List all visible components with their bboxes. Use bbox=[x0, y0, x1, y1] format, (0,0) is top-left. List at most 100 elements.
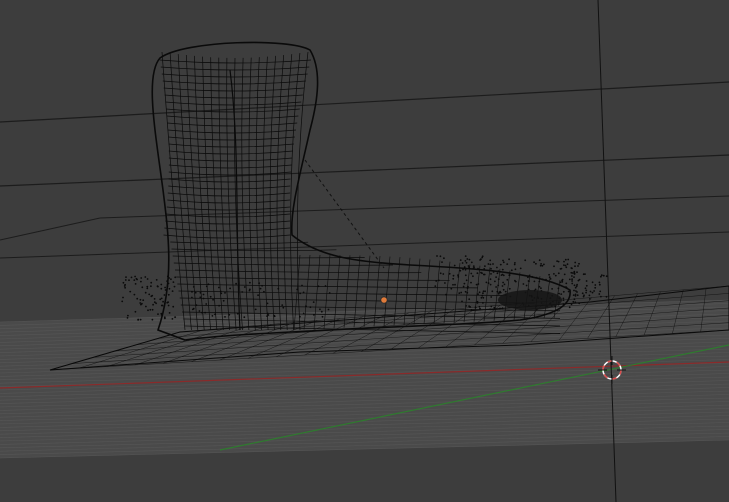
cloud-point bbox=[443, 257, 445, 260]
cloud-point bbox=[459, 259, 462, 261]
cloud-point bbox=[163, 294, 166, 296]
cloud-point bbox=[281, 304, 284, 306]
cloud-point bbox=[558, 292, 560, 295]
cloud-point bbox=[459, 269, 462, 272]
cloud-point bbox=[504, 290, 507, 293]
cloud-point bbox=[573, 284, 576, 287]
cloud-point bbox=[134, 310, 137, 313]
cloud-point bbox=[194, 291, 197, 294]
cloud-point bbox=[146, 287, 149, 290]
cloud-point bbox=[439, 255, 442, 258]
cloud-point bbox=[482, 296, 485, 299]
cloud-point bbox=[557, 272, 560, 275]
cloud-point bbox=[229, 287, 232, 290]
cloud-point bbox=[475, 283, 478, 286]
cloud-point bbox=[502, 288, 505, 291]
cloud-point bbox=[506, 263, 509, 265]
cloud-point bbox=[543, 263, 545, 266]
cloud-point bbox=[563, 273, 566, 276]
cloud-point bbox=[212, 298, 215, 301]
viewport-canvas[interactable] bbox=[0, 0, 729, 502]
cloud-point bbox=[140, 280, 142, 283]
cloud-point bbox=[173, 285, 176, 288]
cloud-point bbox=[540, 287, 542, 290]
cloud-point bbox=[124, 283, 126, 286]
cloud-point bbox=[211, 315, 214, 317]
cloud-point bbox=[125, 276, 127, 278]
cloud-point bbox=[254, 308, 257, 311]
cloud-point bbox=[439, 272, 442, 275]
cloud-point bbox=[224, 292, 226, 294]
cloud-point bbox=[576, 283, 578, 286]
cloud-point bbox=[484, 290, 486, 293]
cloud-point bbox=[136, 297, 139, 300]
cloud-point bbox=[568, 306, 571, 309]
cloud-point bbox=[465, 261, 468, 264]
cloud-point bbox=[441, 261, 443, 263]
cloud-point bbox=[541, 264, 544, 267]
cloud-point bbox=[139, 298, 142, 301]
cloud-point bbox=[567, 258, 570, 261]
cloud-point bbox=[467, 265, 470, 267]
cloud-point bbox=[572, 294, 575, 296]
cloud-point bbox=[141, 286, 144, 289]
cloud-point bbox=[496, 272, 499, 275]
cloud-point bbox=[150, 285, 152, 288]
cloud-point bbox=[472, 275, 474, 278]
cloud-point bbox=[562, 297, 565, 300]
cloud-point bbox=[134, 283, 137, 285]
cloud-point bbox=[157, 285, 159, 288]
cloud-point bbox=[501, 268, 504, 271]
cloud-point bbox=[564, 264, 567, 267]
cloud-point bbox=[571, 280, 573, 282]
cloud-point bbox=[168, 312, 171, 314]
cloud-point bbox=[564, 258, 567, 261]
cloud-point bbox=[599, 290, 602, 293]
cloud-point bbox=[140, 277, 143, 279]
cloud-point bbox=[477, 293, 479, 296]
cloud-point bbox=[508, 258, 510, 261]
cloud-point bbox=[565, 282, 568, 285]
cloud-point bbox=[482, 292, 484, 295]
cloud-point bbox=[506, 278, 509, 281]
cloud-point bbox=[145, 305, 147, 308]
cloud-point bbox=[513, 263, 516, 266]
cloud-point bbox=[594, 286, 597, 289]
cloud-point bbox=[473, 266, 475, 269]
cloud-point bbox=[150, 295, 153, 298]
cloud-point bbox=[514, 280, 517, 283]
cloud-point bbox=[249, 281, 251, 284]
cloud-point bbox=[161, 304, 164, 307]
cloud-point bbox=[127, 314, 129, 317]
cloud-point bbox=[554, 274, 557, 277]
cloud-point bbox=[571, 272, 574, 274]
cloud-point bbox=[199, 296, 202, 299]
object-origin-icon[interactable] bbox=[380, 296, 388, 304]
cloud-point bbox=[559, 268, 562, 270]
cloud-point bbox=[573, 276, 575, 278]
cloud-point bbox=[598, 293, 601, 295]
cloud-point bbox=[571, 282, 574, 285]
cloud-point bbox=[146, 285, 149, 288]
cloud-point bbox=[600, 274, 603, 277]
cloud-point bbox=[139, 318, 142, 321]
cloud-point bbox=[470, 272, 473, 275]
cloud-point bbox=[319, 308, 321, 311]
cloud-point bbox=[553, 273, 555, 275]
cloud-point bbox=[556, 260, 558, 262]
cloud-point bbox=[454, 283, 456, 286]
cloud-point bbox=[600, 275, 602, 278]
cloud-point bbox=[562, 290, 565, 293]
cloud-point bbox=[582, 273, 585, 276]
cloud-point bbox=[563, 260, 565, 263]
cloud-point bbox=[493, 306, 496, 309]
cloud-point bbox=[565, 266, 568, 269]
cloud-point bbox=[577, 265, 579, 267]
viewport-3d[interactable] bbox=[0, 0, 729, 502]
cloud-point bbox=[222, 299, 225, 302]
cloud-point bbox=[591, 281, 594, 284]
cloud-point bbox=[139, 302, 142, 304]
cloud-point bbox=[561, 279, 563, 282]
cloud-point bbox=[535, 262, 537, 265]
cloud-point bbox=[490, 305, 493, 308]
